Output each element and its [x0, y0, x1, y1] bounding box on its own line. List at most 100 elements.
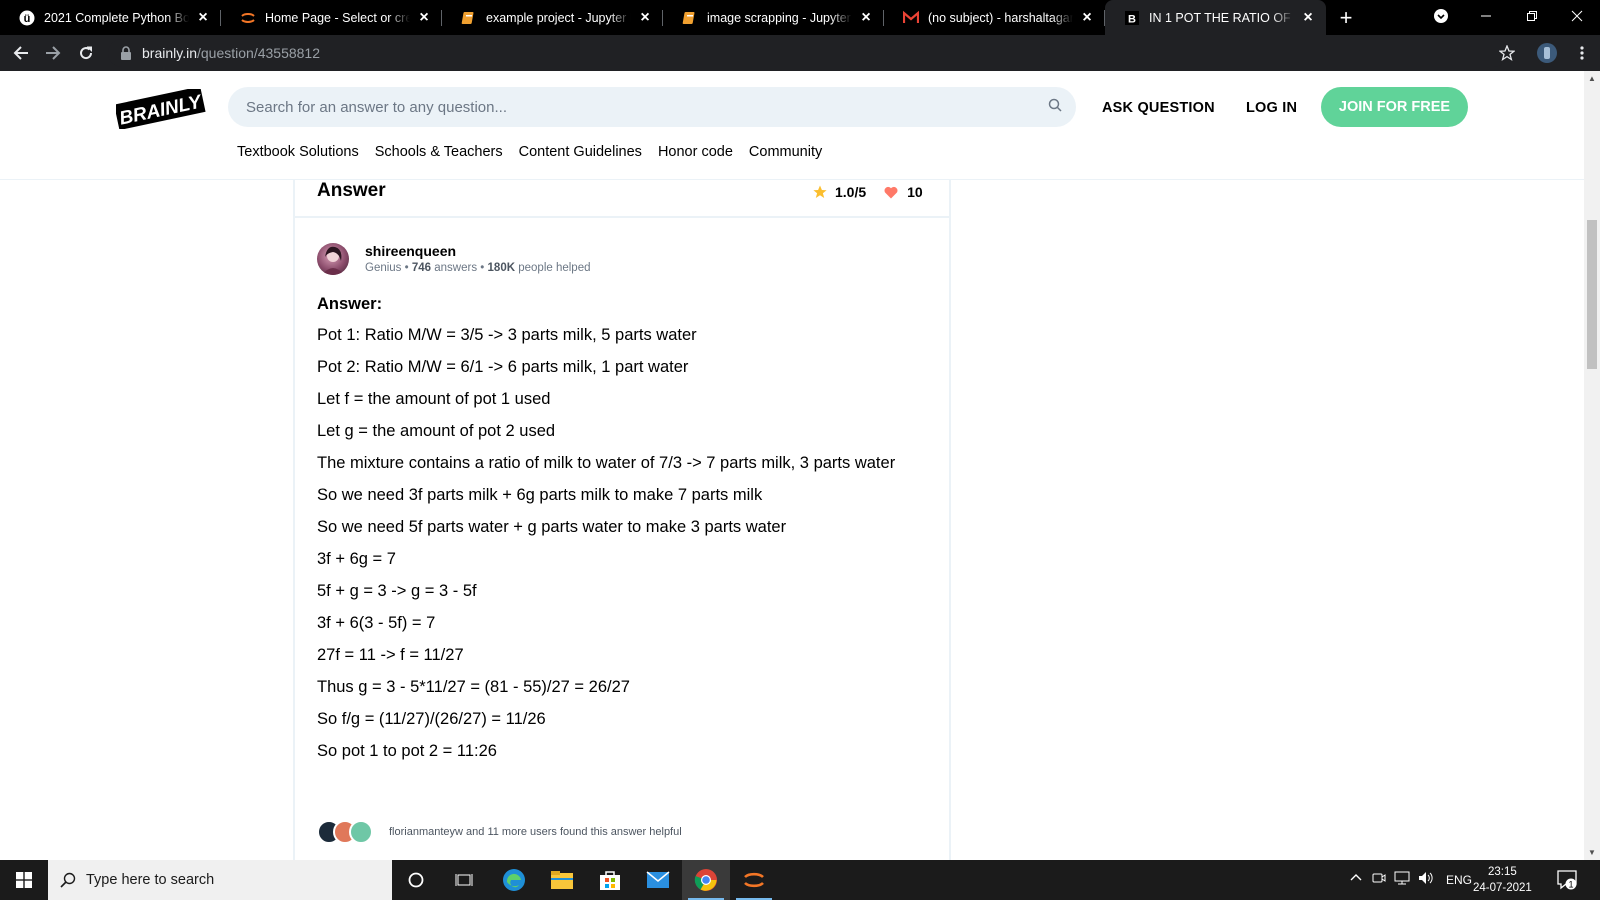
- close-tab-icon[interactable]: ×: [416, 9, 432, 26]
- close-window-icon[interactable]: [1554, 0, 1600, 32]
- scroll-thumb[interactable]: [1587, 220, 1597, 369]
- mail-icon[interactable]: [634, 860, 682, 900]
- address-bar-input[interactable]: brainly.in/question/43558812: [108, 39, 1508, 67]
- browser-tab-active[interactable]: B IN 1 POT THE RATIO OF MILK ×: [1105, 0, 1326, 35]
- profile-avatar-icon[interactable]: [1531, 37, 1563, 69]
- page-scrollbar[interactable]: ▲ ▼: [1584, 71, 1600, 860]
- notification-count: 1: [1568, 880, 1573, 890]
- nav-honor-code[interactable]: Honor code: [658, 144, 733, 160]
- menu-kebab-icon[interactable]: [1566, 37, 1598, 69]
- site-header: BRAINLY Search for an answer to any ques…: [0, 71, 1584, 180]
- udemy-icon: ü: [19, 10, 35, 26]
- star-icon: [813, 185, 827, 199]
- answer-rating: 1.0/5 10: [813, 184, 923, 200]
- answer-line: The mixture contains a ratio of milk to …: [317, 454, 896, 472]
- log-in-link[interactable]: LOG IN: [1246, 100, 1297, 116]
- answer-line: So we need 3f parts milk + 6g parts milk…: [317, 486, 763, 504]
- separator-dot: •: [480, 262, 488, 274]
- task-view-icon[interactable]: [440, 860, 488, 900]
- notifications-icon[interactable]: 1: [1556, 869, 1578, 894]
- browser-tab[interactable]: ü 2021 Complete Python Bootc ×: [0, 0, 221, 35]
- new-tab-button[interactable]: +: [1326, 0, 1366, 35]
- volume-icon[interactable]: [1418, 871, 1434, 888]
- answer-line: 5f + g = 3 -> g = 3 - 5f: [317, 582, 477, 600]
- likes-count: 10: [907, 184, 923, 200]
- chevron-up-icon[interactable]: [1350, 871, 1362, 886]
- close-tab-icon[interactable]: ×: [1079, 9, 1095, 26]
- answer-line: So we need 5f parts water + g parts wate…: [317, 518, 787, 536]
- tab-title: 2021 Complete Python Bootc: [44, 10, 189, 25]
- answer-lead: Answer:: [317, 295, 383, 313]
- chrome-icon[interactable]: [682, 860, 730, 900]
- avatar[interactable]: [317, 243, 349, 275]
- join-for-free-button[interactable]: JOIN FOR FREE: [1321, 87, 1468, 127]
- forward-icon[interactable]: [37, 37, 69, 69]
- restore-icon[interactable]: [1509, 0, 1555, 32]
- nav-textbook-solutions[interactable]: Textbook Solutions: [237, 144, 359, 160]
- tab-title: Home Page - Select or create: [265, 10, 410, 25]
- cortana-icon[interactable]: [392, 860, 440, 900]
- answer-line: So f/g = (11/27)/(26/27) = 11/26: [317, 710, 546, 728]
- user-avatar[interactable]: [349, 820, 373, 844]
- notebook-icon: [682, 10, 698, 26]
- system-clock[interactable]: 23:15 24-07-2021: [1473, 864, 1532, 896]
- browser-toolbar: brainly.in/question/43558812: [0, 35, 1600, 71]
- answers-label: answers: [434, 262, 478, 274]
- jupyter-icon: [240, 10, 256, 26]
- brainly-logo[interactable]: BRAINLY: [114, 86, 206, 131]
- scroll-up-icon[interactable]: ▲: [1588, 74, 1596, 83]
- browser-tab[interactable]: Home Page - Select or create ×: [221, 0, 442, 35]
- helpful-text: florianmanteyw and 11 more users found t…: [389, 826, 682, 838]
- file-explorer-icon[interactable]: [538, 860, 586, 900]
- svg-text:ü: ü: [24, 13, 31, 25]
- answer-line: Let f = the amount of pot 1 used: [317, 390, 551, 408]
- rating-value: 1.0/5: [835, 184, 867, 200]
- close-tab-icon[interactable]: ×: [858, 9, 874, 26]
- answers-count: 746: [411, 262, 432, 274]
- search-icon: [60, 872, 76, 888]
- ask-question-link[interactable]: ASK QUESTION: [1102, 100, 1215, 116]
- language-indicator[interactable]: ENG: [1446, 873, 1472, 887]
- svg-text:B: B: [1128, 13, 1136, 25]
- jupyter-icon[interactable]: [730, 860, 778, 900]
- reload-icon[interactable]: [70, 37, 102, 69]
- nav-schools-teachers[interactable]: Schools & Teachers: [375, 144, 503, 160]
- close-tab-icon[interactable]: ×: [637, 9, 653, 26]
- minimize-icon[interactable]: [1463, 0, 1509, 32]
- nav-community[interactable]: Community: [749, 144, 822, 160]
- meet-now-icon[interactable]: [1372, 871, 1386, 888]
- scroll-down-icon[interactable]: ▼: [1588, 848, 1596, 857]
- heart-icon[interactable]: [884, 186, 898, 199]
- taskbar-search-input[interactable]: Type here to search: [48, 860, 392, 900]
- nav-content-guidelines[interactable]: Content Guidelines: [519, 144, 642, 160]
- browser-tab-strip: ü 2021 Complete Python Bootc × Home Page…: [0, 0, 1600, 35]
- browser-tab[interactable]: (no subject) - harshaltagare8 ×: [884, 0, 1105, 35]
- answer-author: shireenqueen Genius • 746 answers • 180K…: [317, 243, 917, 279]
- browser-tab[interactable]: example project - Jupyter No ×: [442, 0, 663, 35]
- author-name[interactable]: shireenqueen: [365, 243, 456, 259]
- answer-heading: Answer: [317, 180, 386, 201]
- search-input[interactable]: Search for an answer to any question...: [228, 87, 1076, 127]
- taskbar-search-placeholder: Type here to search: [86, 872, 215, 888]
- network-icon[interactable]: [1394, 871, 1410, 888]
- separator-dot: •: [404, 262, 412, 274]
- author-rank: Genius: [365, 262, 402, 274]
- answer-line: 3f + 6g = 7: [317, 550, 396, 568]
- answer-card-header: Answer 1.0/5 10: [295, 180, 949, 218]
- windows-taskbar: Type here to search ENG 23:15 24-07-2021…: [0, 860, 1600, 900]
- browser-tab[interactable]: image scrapping - Jupyter No ×: [663, 0, 884, 35]
- close-tab-icon[interactable]: ×: [1300, 9, 1316, 26]
- close-tab-icon[interactable]: ×: [195, 9, 211, 26]
- store-icon[interactable]: [586, 860, 634, 900]
- back-icon[interactable]: [5, 37, 37, 69]
- search-icon[interactable]: [1048, 98, 1062, 116]
- main-content: Answer 1.0/5 10 shireenqueen Genius • 74…: [0, 180, 1584, 860]
- bookmark-star-icon[interactable]: [1491, 37, 1523, 69]
- url-path: /question/43558812: [197, 45, 320, 61]
- tab-search-icon[interactable]: [1418, 0, 1464, 32]
- notebook-icon: [461, 10, 477, 26]
- windows-start-icon[interactable]: [0, 860, 48, 900]
- answer-line: So pot 1 to pot 2 = 11:26: [317, 742, 497, 760]
- answer-line: 3f + 6(3 - 5f) = 7: [317, 614, 436, 632]
- edge-icon[interactable]: [490, 860, 538, 900]
